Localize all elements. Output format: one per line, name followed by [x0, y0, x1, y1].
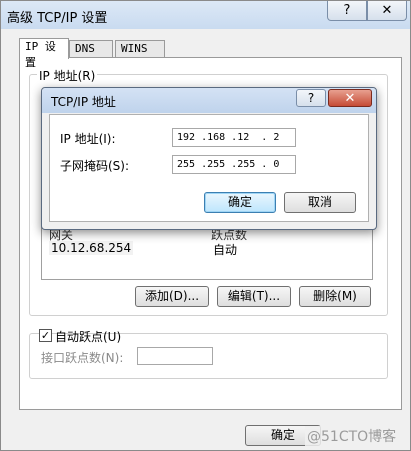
dialog-mask-label: 子网掩码(S): [60, 159, 130, 173]
interface-metric-field[interactable] [137, 347, 213, 365]
dialog-cancel-button[interactable]: 取消 [284, 192, 356, 213]
tcpip-address-dialog: TCP/IP 地址 ? ✕ IP 地址(I): 192 .168 .12 . 2… [41, 87, 377, 230]
close-icon: ✕ [344, 91, 356, 106]
watermark: @51CTO博客 [305, 426, 399, 446]
ip-address-input[interactable]: 192 .168 .12 . 2 [172, 128, 296, 147]
window-title: 高级 TCP/IP 设置 [7, 11, 108, 26]
dialog-title: TCP/IP 地址 [51, 95, 116, 109]
gateway-row-address[interactable]: 10.12.68.254 [49, 241, 134, 255]
tab-wins[interactable]: WINS [115, 40, 165, 57]
checkmark-icon: ✓ [40, 329, 51, 342]
close-icon: ✕ [381, 3, 393, 18]
auto-metric-checkbox[interactable]: ✓ [39, 329, 52, 342]
delete-gateway-button[interactable]: 删除(M) [299, 286, 371, 307]
dialog-help-button[interactable]: ? [296, 89, 326, 107]
tab-dns[interactable]: DNS [69, 40, 113, 57]
dialog-ok-button[interactable]: 确定 [204, 192, 276, 213]
help-icon: ? [343, 3, 351, 18]
window-titlebar[interactable]: 高级 TCP/IP 设置 ? ✕ [1, 1, 410, 29]
subnet-mask-input[interactable]: 255 .255 .255 . 0 [172, 155, 296, 174]
help-button[interactable]: ? [327, 1, 367, 21]
dialog-ip-label: IP 地址(I): [60, 132, 116, 146]
gateway-row-metric[interactable]: 自动 [213, 241, 237, 258]
advanced-tcpip-window: 高级 TCP/IP 设置 ? ✕ IP 设置 DNS WINS IP 地址(R)… [0, 0, 411, 451]
auto-metric-label: 自动跃点(U) [55, 330, 122, 344]
edit-gateway-button[interactable]: 编辑(T)... [217, 286, 291, 307]
tab-ip-settings[interactable]: IP 设置 [19, 38, 69, 69]
help-icon: ? [307, 91, 315, 105]
dialog-titlebar[interactable]: TCP/IP 地址 ? ✕ [42, 88, 376, 113]
interface-metric-label: 接口跃点数(N): [41, 351, 124, 365]
add-gateway-button[interactable]: 添加(D)... [135, 286, 209, 307]
ip-address-group-label: IP 地址(R) [37, 67, 98, 84]
close-button[interactable]: ✕ [367, 1, 407, 21]
dialog-close-button[interactable]: ✕ [328, 89, 372, 107]
